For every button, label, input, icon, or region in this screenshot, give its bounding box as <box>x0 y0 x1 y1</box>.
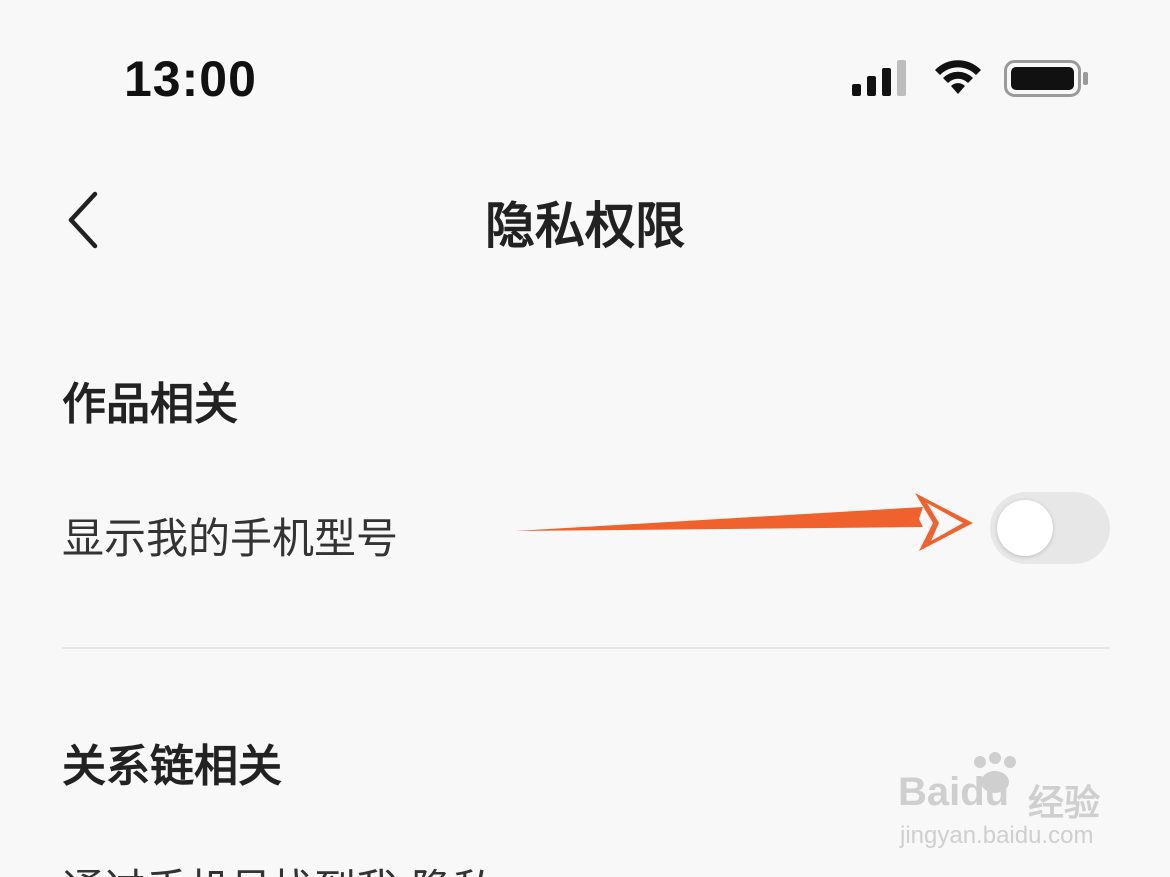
partial-list-row[interactable]: 通过手机号找到我 隐私 <box>62 848 762 877</box>
section-header-relations: 关系链相关 <box>62 741 282 792</box>
partial-row-label: 通过手机号找到我 隐私 <box>62 856 762 877</box>
watermark-cn: 经验 <box>1028 783 1101 824</box>
page-title: 隐私权限 <box>485 197 685 255</box>
toggle-knob <box>997 500 1053 556</box>
show-phone-model-label: 显示我的手机型号 <box>62 514 399 563</box>
nav-bar: 隐私权限 <box>0 160 1170 270</box>
status-time: 13:00 <box>124 51 257 107</box>
status-icons <box>852 58 1092 104</box>
status-bar: 13:00 <box>0 0 1170 150</box>
signal-icon <box>852 60 906 96</box>
battery-icon <box>1004 60 1088 97</box>
section-header-works: 作品相关 <box>62 379 238 430</box>
show-phone-model-toggle[interactable] <box>990 492 1110 564</box>
watermark-url: jingyan.baidu.com <box>900 822 1094 849</box>
annotation-arrow <box>515 493 973 551</box>
section-divider <box>62 647 1110 649</box>
wifi-icon <box>935 60 981 94</box>
paw-icon <box>974 752 1016 793</box>
baidu-watermark: Baidu 经验 jingyan.baidu.com <box>898 752 1118 862</box>
